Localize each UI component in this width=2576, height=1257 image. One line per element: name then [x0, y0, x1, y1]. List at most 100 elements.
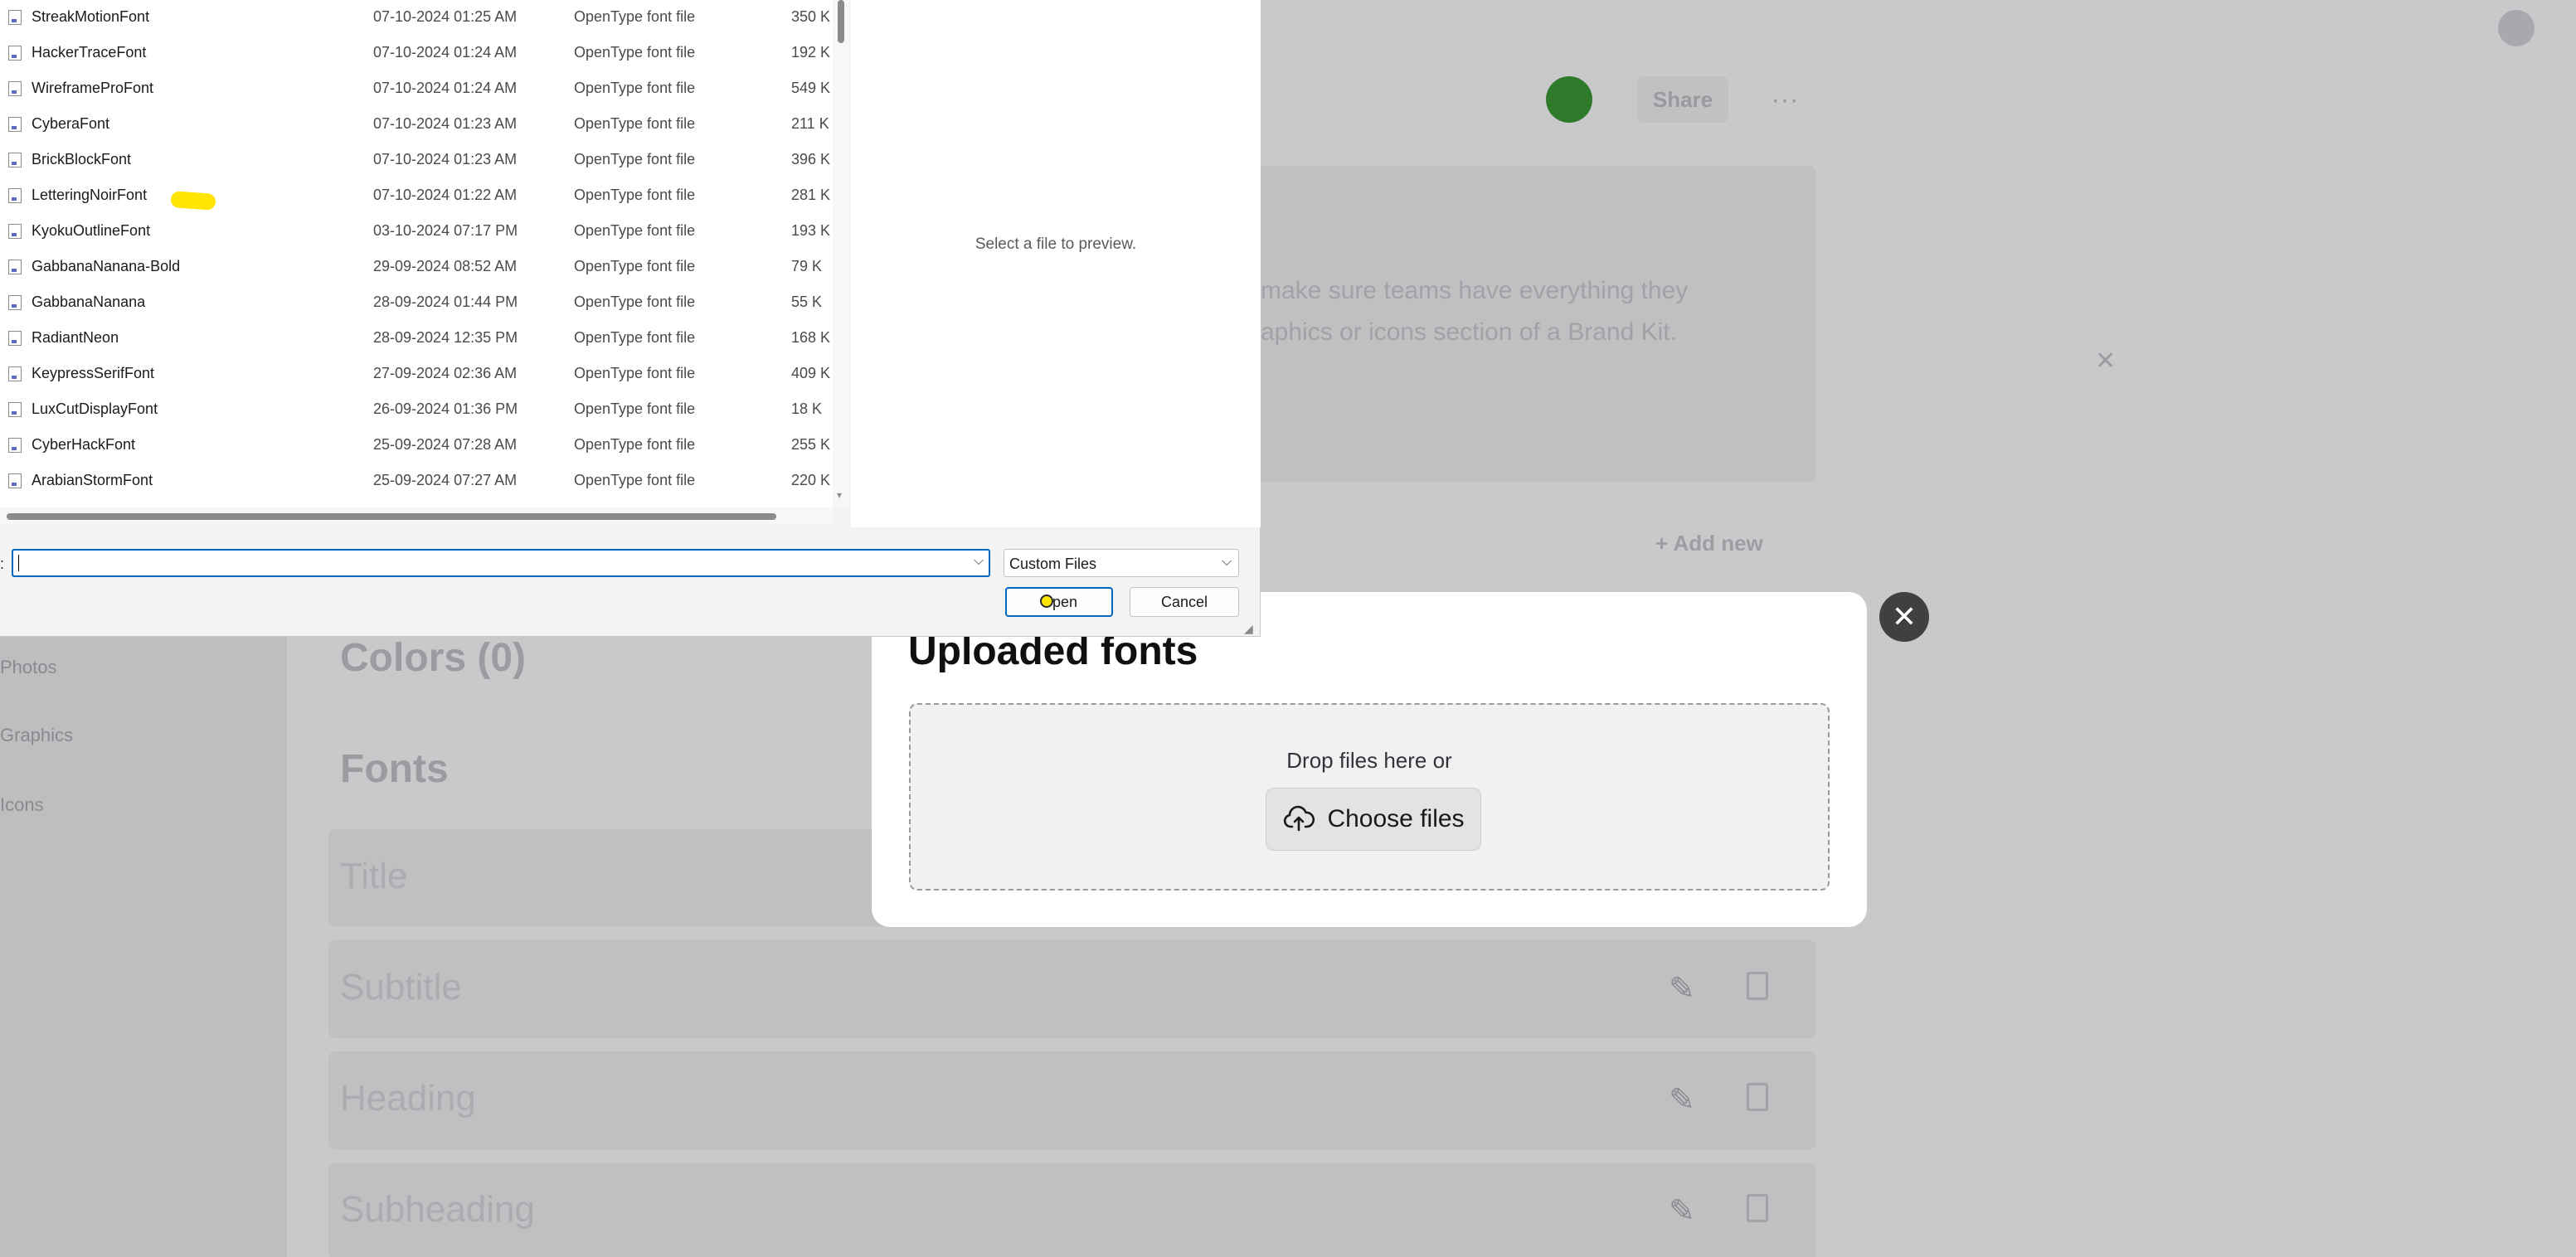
bg-trash-icon — [1747, 1194, 1768, 1222]
scroll-down-icon[interactable]: ▾ — [837, 489, 842, 501]
bg-fonts-title: Fonts — [340, 747, 449, 791]
drop-zone-text: Drop files here or — [1286, 748, 1452, 773]
file-date: 07-10-2024 01:22 AM — [373, 187, 518, 203]
file-date: 25-09-2024 07:28 AM — [373, 436, 518, 453]
bg-sidebar-item-icons: Icons — [0, 794, 44, 815]
bg-trash-icon — [1747, 972, 1768, 1000]
modal-close-button[interactable]: ✕ — [1879, 592, 1929, 642]
file-type: OpenType font file — [574, 472, 696, 488]
file-name: CyberaFont — [32, 115, 110, 132]
horizontal-scroll-thumb[interactable] — [7, 513, 776, 520]
font-file-icon — [8, 366, 22, 381]
bg-add-new-button: + Add new — [1655, 531, 1763, 556]
file-name: LetteringNoirFont — [32, 187, 148, 203]
font-file-icon — [8, 46, 22, 61]
bg-banner-text-line: aphics or icons section of a Brand Kit. — [1261, 318, 1677, 346]
resize-grip-icon[interactable]: ◢ — [1244, 622, 1253, 636]
file-type: OpenType font file — [574, 436, 696, 453]
file-name: RadiantNeon — [32, 329, 119, 346]
font-file-icon — [8, 188, 22, 203]
file-name: GabbanaNanana-Bold — [32, 258, 181, 274]
file-size: 192 K — [791, 44, 831, 61]
bg-pencil-icon: ✎ — [1669, 1194, 1695, 1229]
vertical-scrollbar[interactable]: ▾ — [833, 0, 849, 507]
file-size: 281 K — [791, 187, 831, 203]
file-name: LuxCutDisplayFont — [32, 400, 158, 417]
file-row[interactable]: CyberaFont 07-10-2024 01:23 AM OpenType fo… — [0, 107, 833, 143]
file-row[interactable]: KeypressSerifFont 27-09-2024 02:36 AM Open… — [0, 357, 833, 392]
bg-sidebar-item-graphics: Graphics — [0, 725, 74, 745]
chevron-down-icon[interactable]: ⌵ — [974, 554, 984, 569]
font-file-icon — [8, 260, 22, 274]
drop-zone[interactable]: Drop files here or Choose files — [909, 703, 1830, 891]
vertical-scroll-thumb[interactable] — [838, 0, 844, 43]
chevron-down-icon: ⌵ — [1222, 555, 1232, 569]
file-row[interactable]: LetteringNoirFont 07-10-2024 01:22 AM Open… — [0, 178, 833, 214]
file-row[interactable]: BrickBlockFont 07-10-2024 01:23 AM OpenTyp… — [0, 143, 833, 178]
font-file-icon — [8, 117, 22, 132]
file-row[interactable]: KyokuOutlineFont 03-10-2024 07:17 PM OpenT… — [0, 214, 833, 250]
font-file-icon — [8, 473, 22, 488]
file-size: 220 K — [791, 472, 831, 488]
choose-files-button[interactable]: Choose files — [1266, 788, 1481, 851]
file-size: 79 K — [791, 258, 823, 274]
file-date: 27-09-2024 02:36 AM — [373, 365, 518, 381]
file-name: StreakMotionFont — [32, 8, 150, 25]
file-date: 07-10-2024 01:24 AM — [373, 44, 518, 61]
file-date: 07-10-2024 01:23 AM — [373, 115, 518, 132]
file-size: 168 K — [791, 329, 831, 346]
font-file-icon — [8, 438, 22, 453]
cloud-upload-icon — [1284, 805, 1315, 832]
file-size: 255 K — [791, 436, 831, 453]
file-row[interactable]: StreakMotionFont 07-10-2024 01:25 AM OpenT… — [0, 0, 833, 36]
filename-combobox[interactable]: ⌵ — [12, 549, 990, 577]
file-name: BrickBlockFont — [32, 151, 132, 167]
file-date: 29-09-2024 08:52 AM — [373, 258, 518, 274]
bg-sidebar-item-photos: Photos — [0, 657, 57, 677]
file-type: OpenType font file — [574, 329, 696, 346]
font-file-icon — [8, 224, 22, 239]
file-row[interactable]: GabbanaNanana 28-09-2024 01:44 PM OpenType… — [0, 285, 833, 321]
file-date: 07-10-2024 01:24 AM — [373, 80, 518, 96]
bg-pencil-icon: ✎ — [1669, 972, 1695, 1007]
font-file-icon — [8, 295, 22, 310]
bg-share-button: Share — [1637, 76, 1728, 123]
font-file-icon — [8, 153, 22, 167]
file-row[interactable]: CyberHackFont 25-09-2024 07:28 AM OpenType… — [0, 428, 833, 463]
file-row[interactable]: GabbanaNanana-Bold 29-09-2024 08:52 AM Ope… — [0, 250, 833, 285]
file-row[interactable]: WireframeProFont 07-10-2024 01:24 AM OpenT… — [0, 71, 833, 107]
font-file-icon — [8, 331, 22, 346]
file-date: 26-09-2024 01:36 PM — [373, 400, 518, 417]
file-type: OpenType font file — [574, 258, 696, 274]
file-type: OpenType font file — [574, 8, 696, 25]
file-row[interactable]: ArabianStormFont 25-09-2024 07:27 AM OpenT… — [0, 463, 833, 499]
open-button[interactable]: Open — [1005, 587, 1113, 617]
file-row[interactable]: LuxCutDisplayFont 26-09-2024 01:36 PM Open… — [0, 392, 833, 428]
bg-font-row: Subheading ✎ — [328, 1162, 1816, 1257]
bg-pencil-icon: ✎ — [1669, 1083, 1695, 1118]
filename-input[interactable] — [18, 552, 964, 574]
file-date: 03-10-2024 07:17 PM — [373, 222, 518, 239]
file-name: CyberHackFont — [32, 436, 136, 453]
preview-pane: Select a file to preview. — [851, 0, 1261, 527]
file-list[interactable]: StreakMotionFont 07-10-2024 01:25 AM OpenT… — [0, 0, 833, 507]
filetype-value: Custom Files — [1009, 556, 1097, 572]
filetype-select[interactable]: Custom Files ⌵ — [1004, 549, 1239, 577]
bg-font-row-label: Subtitle — [340, 967, 462, 1007]
cancel-button[interactable]: Cancel — [1130, 587, 1239, 617]
file-size: 193 K — [791, 222, 831, 239]
bg-trash-icon — [1747, 1083, 1768, 1111]
bg-banner-close-icon: ✕ — [2095, 347, 2117, 375]
file-date: 07-10-2024 01:23 AM — [373, 151, 518, 167]
bg-font-row: Subtitle ✎ — [328, 940, 1816, 1038]
file-date: 25-09-2024 07:27 AM — [373, 472, 518, 488]
file-row[interactable]: HackerTraceFont 07-10-2024 01:24 AM OpenTy… — [0, 36, 833, 71]
uploaded-fonts-modal: Uploaded fonts Drop files here or Choose… — [872, 592, 1867, 927]
file-open-dialog: StreakMotionFont 07-10-2024 01:25 AM OpenT… — [0, 0, 1261, 637]
preview-text: Select a file to preview. — [975, 235, 1137, 253]
file-type: OpenType font file — [574, 44, 696, 61]
file-size: 549 K — [791, 80, 831, 96]
file-row[interactable]: RadiantNeon 28-09-2024 12:35 PM OpenType f… — [0, 321, 833, 357]
horizontal-scrollbar[interactable] — [0, 507, 833, 524]
choose-files-label: Choose files — [1327, 805, 1465, 832]
